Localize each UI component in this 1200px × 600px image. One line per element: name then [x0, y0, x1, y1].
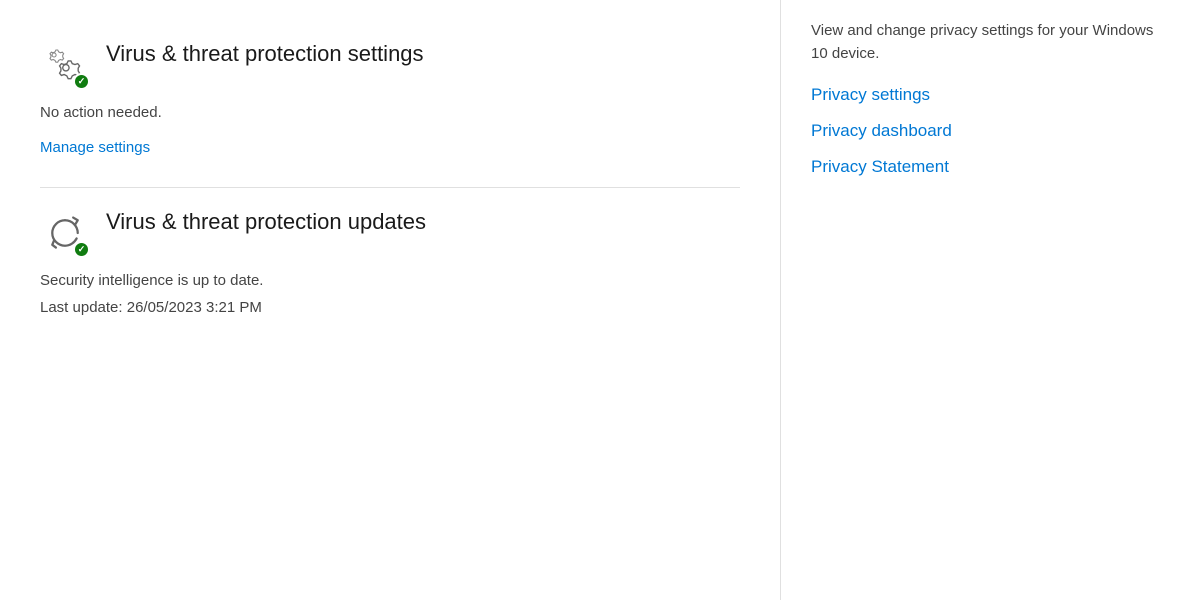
privacy-settings-link[interactable]: Privacy settings: [811, 85, 1170, 105]
section1-title: Virus & threat protection settings: [106, 40, 424, 69]
left-panel: Virus & threat protection settings No ac…: [0, 0, 780, 600]
right-panel-links: Privacy settings Privacy dashboard Priva…: [811, 85, 1170, 177]
section-virus-settings: Virus & threat protection settings No ac…: [40, 20, 740, 187]
section-header-updates: Virus & threat protection updates: [40, 208, 740, 258]
settings-icon-wrap: [40, 40, 90, 90]
section1-status: No action needed.: [40, 104, 740, 121]
updates-check-badge: [73, 241, 90, 258]
privacy-dashboard-link[interactable]: Privacy dashboard: [811, 121, 1170, 141]
section-header-settings: Virus & threat protection settings: [40, 40, 740, 90]
section2-last-update: Last update: 26/05/2023 3:21 PM: [40, 299, 740, 316]
section2-title: Virus & threat protection updates: [106, 208, 426, 237]
privacy-statement-link[interactable]: Privacy Statement: [811, 157, 1170, 177]
sync-icon-wrap: [40, 208, 90, 258]
settings-check-badge: [73, 73, 90, 90]
right-panel-intro: View and change privacy settings for you…: [811, 20, 1170, 65]
section-virus-updates: Virus & threat protection updates Securi…: [40, 188, 740, 350]
right-panel: View and change privacy settings for you…: [780, 0, 1200, 600]
section2-status: Security intelligence is up to date.: [40, 272, 740, 289]
manage-settings-link[interactable]: Manage settings: [40, 139, 150, 156]
